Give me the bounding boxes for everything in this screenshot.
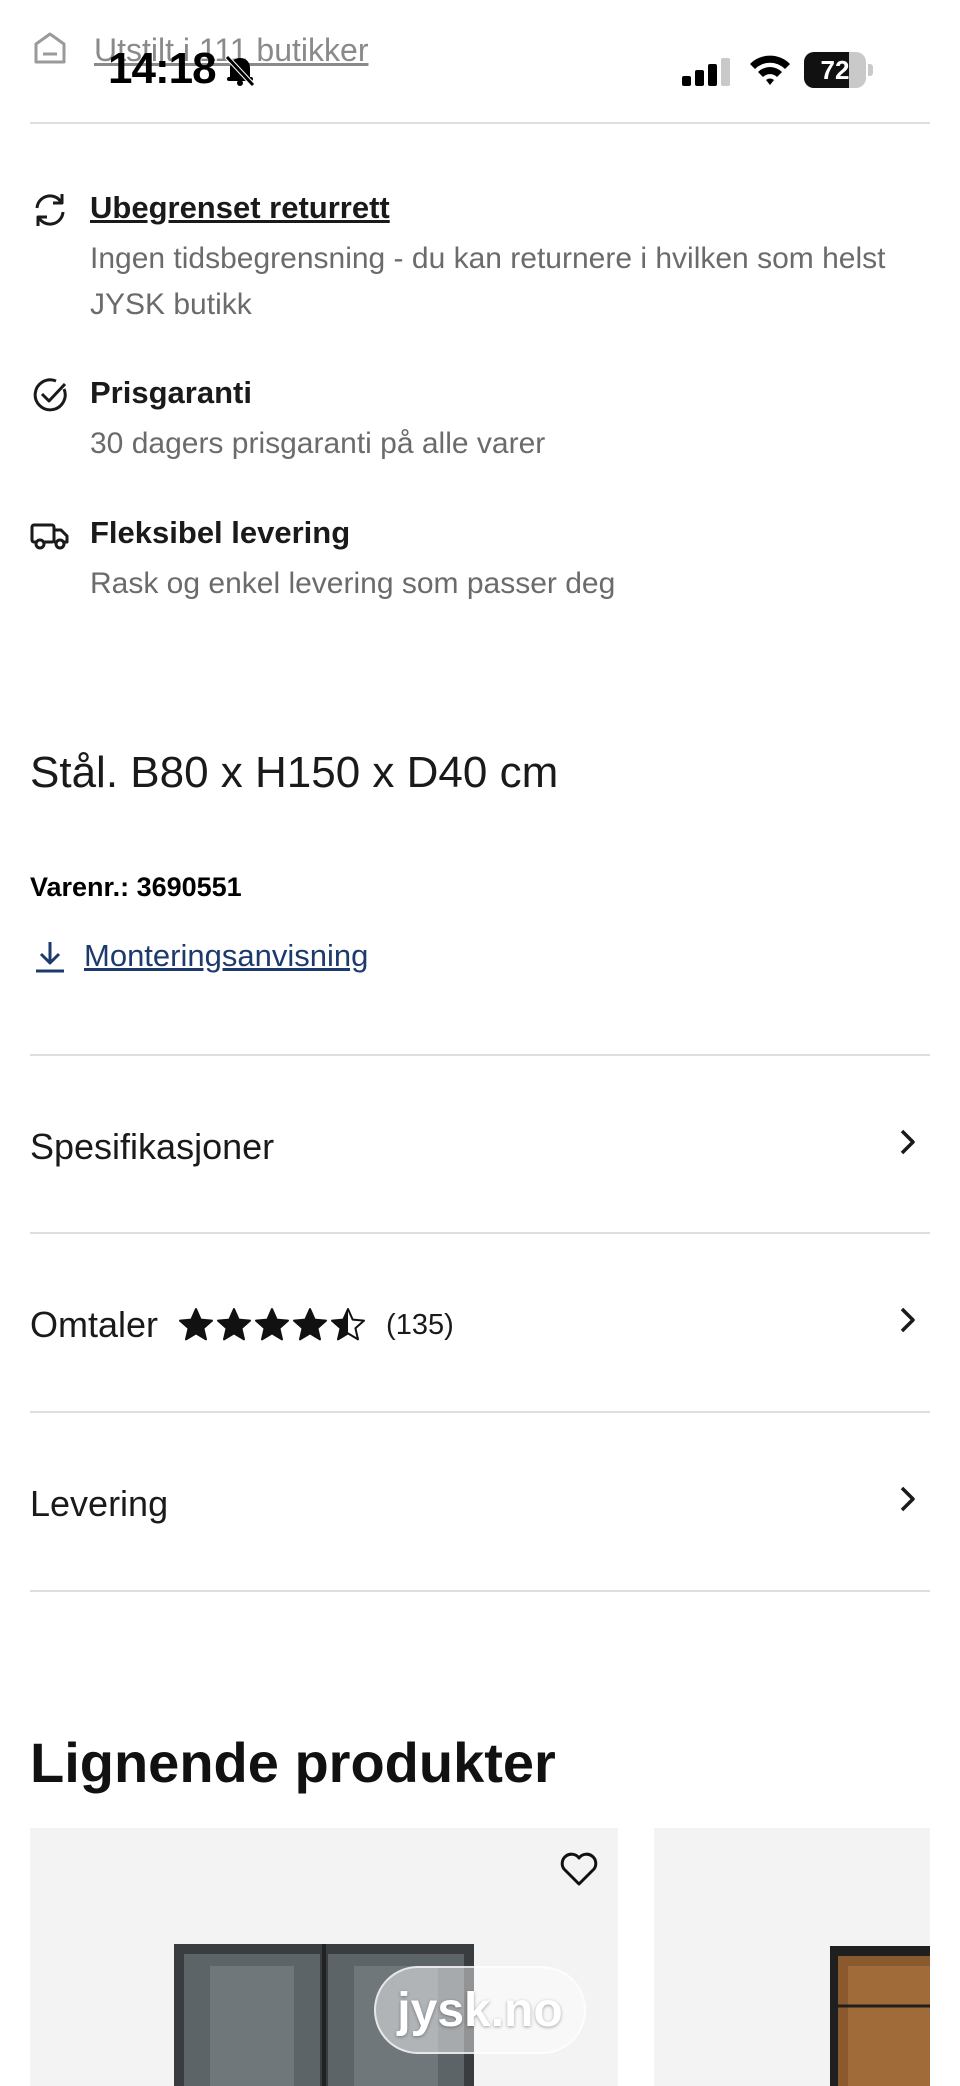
chevron-right-icon [900,1486,915,1512]
divider [30,1054,930,1056]
reviews-title: Omtaler [30,1304,159,1345]
review-count: (135) [386,1308,454,1341]
chevron-right-icon [900,1307,915,1333]
divider [30,1411,930,1413]
cabinet-image [830,1946,930,2086]
bell-off-icon [225,55,255,87]
usp-returns: Ubegrenset returrett Ingen tidsbegrensni… [30,190,930,330]
star-full-icon [179,1308,214,1341]
usp-price-desc: 30 dagers prisgaranti på alle varer [90,427,546,460]
refresh-icon [35,194,65,226]
product-dimensions: Stål. B80 x H150 x D40 cm [30,748,559,797]
item-number: Varenr.: 3690551 [30,872,242,902]
usp-returns-title[interactable]: Ubegrenset returrett [90,190,390,226]
stock-availability[interactable]: Utstilt i 111 butikker [30,28,368,68]
accordion-reviews-label: Omtaler (135) [30,1236,454,1414]
similar-products-title: Lignende produkter [30,1731,556,1794]
accordion-specifications[interactable]: Spesifikasjoner [30,1058,930,1236]
manual-link[interactable]: Monteringsanvisning [84,938,368,974]
status-time: 14:18 [108,44,217,93]
divider [30,1232,930,1234]
signal-icon [682,58,730,86]
star-half-icon [331,1308,366,1341]
star-rating [178,1307,368,1343]
usp-price-guarantee: Prisgaranti 30 dagers prisgaranti på all… [30,375,930,475]
wifi-icon [750,55,790,85]
usp-delivery-desc: Rask og enkel levering som passer deg [90,567,616,600]
star-full-icon [217,1308,252,1341]
usp-returns-desc: Ingen tidsbegrensning - du kan returnere… [90,242,886,321]
usp-delivery: Fleksibel levering Rask og enkel leverin… [30,515,930,615]
check-circle-icon [33,378,67,412]
divider [30,122,930,124]
store-icon [34,32,66,64]
product-card[interactable] [654,1828,930,2086]
status-bar: Utstilt i 111 butikker 14:18 72 [0,0,960,110]
watermark-badge: jysk.no [374,1966,586,2054]
usp-price-title: Prisgaranti [90,375,252,410]
battery-icon: 72 [804,52,873,88]
accordion-delivery[interactable]: Levering [30,1415,930,1593]
star-full-icon [293,1308,328,1341]
truck-icon [30,523,69,550]
usp-delivery-title: Fleksibel levering [90,515,351,550]
accordion-specs-label: Spesifikasjoner [30,1126,275,1167]
accordion-delivery-label: Levering [30,1483,169,1524]
download-icon [36,942,64,973]
star-full-icon [255,1308,290,1341]
assembly-manual[interactable]: Monteringsanvisning [30,936,368,976]
accordion-reviews[interactable]: Omtaler (135) [30,1236,930,1414]
battery-percent: 72 [820,55,850,85]
heart-icon[interactable] [558,1848,600,1890]
chevron-right-icon [900,1129,915,1155]
divider [30,1590,930,1592]
